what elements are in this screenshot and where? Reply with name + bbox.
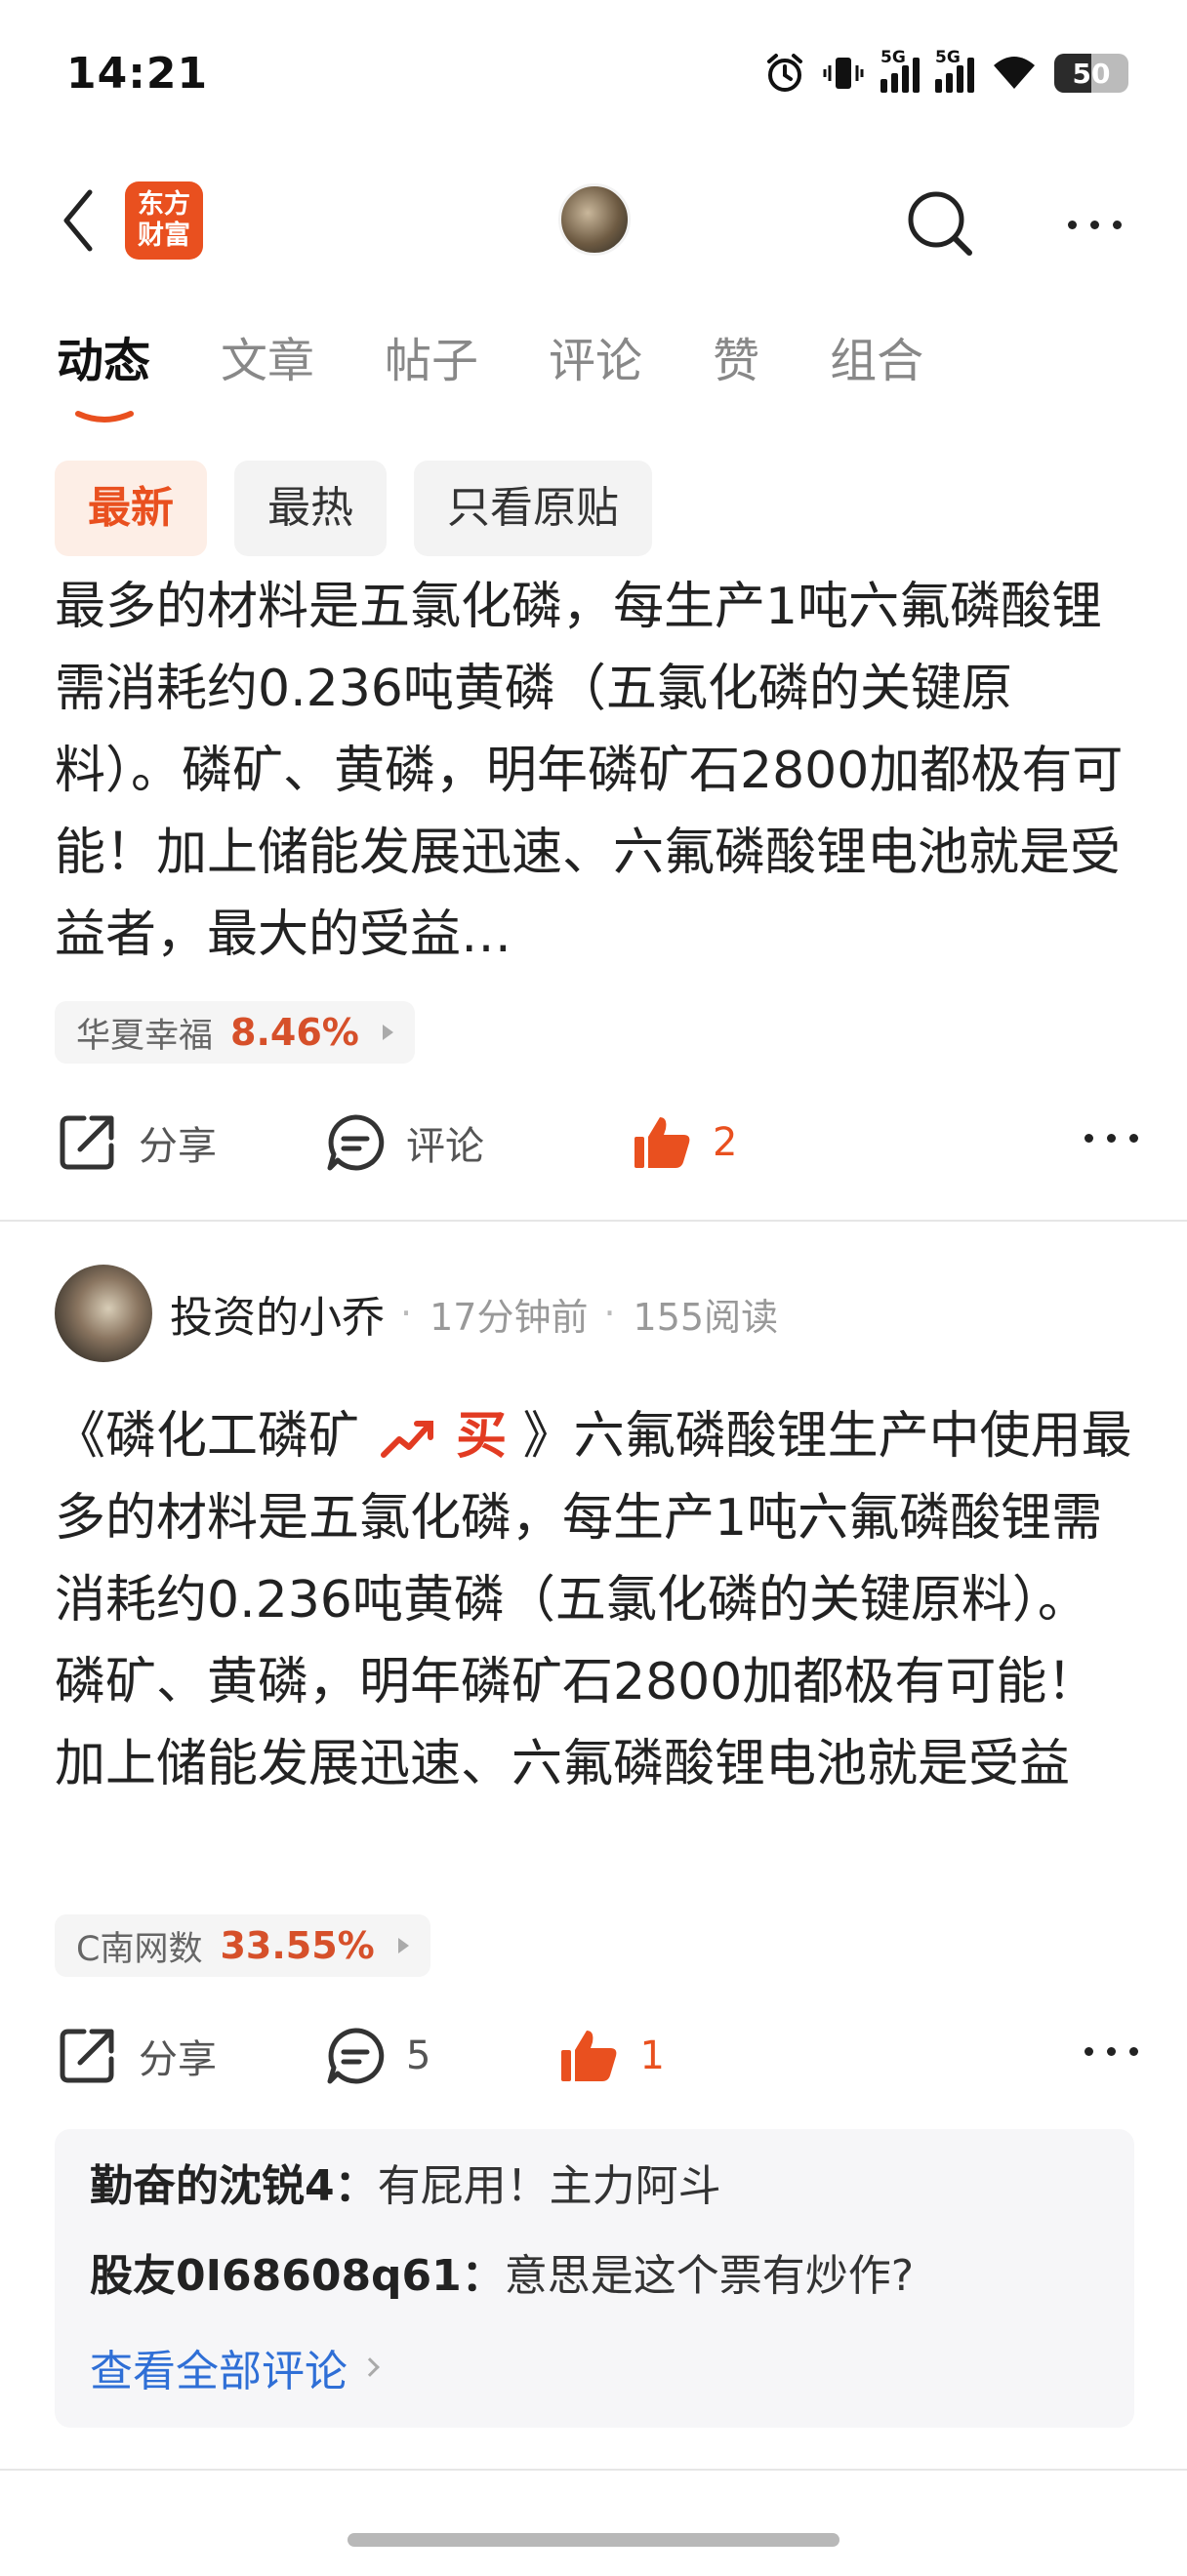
status-icons: 5G 5G 50 [763,48,1128,96]
active-tab-indicator [75,411,134,423]
wifi-icon [994,57,1035,89]
tab-posts[interactable]: 帖子 [385,332,478,390]
status-time: 14:21 [66,49,209,99]
post-author-row: 投资的小乔 · 17分钟前 · 155阅读 [55,1265,778,1362]
trend-up-icon [380,1421,433,1458]
comment-button[interactable]: 评论 [324,1111,484,1174]
search-icon [908,191,972,256]
caret-right-icon [397,1938,409,1953]
share-label: 分享 [139,2037,217,2082]
filter-chips: 最新 最热 只看原贴 [55,461,652,556]
battery-level: 50 [1072,57,1111,90]
stock-tag[interactable]: C南网数 33.55% [55,1914,430,1977]
comment-user[interactable]: 勤奋的沈锐4： [90,2161,378,2211]
read-count: 155阅读 [633,1295,779,1339]
share-button[interactable]: 分享 [55,1110,217,1175]
stock-tag[interactable]: 华夏幸福 8.46% [55,1001,415,1064]
app-logo[interactable]: 东方财富 [125,181,203,260]
thumbs-up-icon [561,2031,617,2081]
comment-text: 意思是这个票有炒作? [504,2251,915,2301]
post-more-button[interactable] [1085,2047,1138,2056]
share-icon [60,2029,114,2083]
post-actions: 分享 5 1 [55,2012,1138,2100]
battery-icon: 50 [1054,54,1128,93]
home-indicator[interactable] [348,2533,839,2547]
post-body[interactable]: 最多的材料是五氯化磷，每生产1吨六氟磷酸锂需消耗约0.236吨黄磷（五氯化磷的关… [55,566,1138,976]
view-all-comments-link[interactable]: 查看全部评论 [90,2336,1099,2398]
search-button[interactable] [896,180,984,267]
chevron-left-icon [63,189,93,252]
post-divider [0,1220,1187,1222]
comment-text: 有屁用！主力阿斗 [377,2161,721,2211]
comment-count: 5 [406,2033,431,2078]
more-icon [1067,220,1077,229]
post-text: 》六氟磷酸锂生产中使用最多的材料是五氯化磷，每生产1吨六氟磷酸锂需消耗约0.23… [55,1407,1132,1793]
tab-comments[interactable]: 评论 [549,332,642,390]
tab-likes[interactable]: 赞 [713,332,759,390]
vibrate-icon [823,58,864,89]
tab-portfolio[interactable]: 组合 [830,332,923,390]
share-label: 分享 [139,1124,217,1169]
comment-item[interactable]: 股友0I68608q61：意思是这个票有炒作? [90,2246,1099,2307]
post-more-button[interactable] [1085,1134,1138,1143]
view-all-label: 查看全部评论 [90,2347,348,2396]
cellular-signal-icon: 5G [880,48,920,93]
post-divider [0,2469,1187,2471]
share-icon [60,1115,114,1170]
comment-button[interactable]: 5 [324,2025,430,2087]
comment-item[interactable]: 勤奋的沈锐4：有屁用！主力阿斗 [90,2156,1099,2217]
tab-dynamics[interactable]: 动态 [57,332,150,390]
more-icon [1085,1134,1093,1143]
caret-right-icon [382,1025,393,1040]
post-time: 17分钟前 [430,1295,589,1339]
tab-articles[interactable]: 文章 [221,332,314,390]
status-bar: 14:21 5G 5G 50 [0,0,1187,146]
tab-bar: 动态 文章 帖子 评论 赞 组合 [57,332,994,423]
comment-label: 评论 [406,1124,484,1169]
like-count: 2 [713,1120,738,1165]
back-button[interactable] [49,181,107,260]
share-button[interactable]: 分享 [55,2024,217,2088]
post-title-prefix: 《磷化工磷矿 [55,1407,360,1466]
filter-hottest[interactable]: 最热 [234,461,387,556]
alarm-icon [767,54,802,92]
user-avatar[interactable] [558,183,631,256]
buy-badge: 买 [456,1407,508,1466]
author-avatar[interactable] [55,1265,152,1362]
author-name[interactable]: 投资的小乔 [170,1282,385,1345]
filter-original-only[interactable]: 只看原贴 [414,461,652,556]
comment-user[interactable]: 股友0I68608q61： [90,2251,505,2301]
stock-name: 华夏幸福 [76,1016,214,1056]
post-actions: 分享 评论 2 [55,1099,1138,1187]
stock-change: 33.55% [220,1924,375,1967]
comments-preview[interactable]: 勤奋的沈锐4：有屁用！主力阿斗 股友0I68608q61：意思是这个票有炒作? … [55,2129,1134,2428]
thumbs-up-icon [634,1117,690,1168]
like-button[interactable]: 1 [557,2025,665,2087]
more-options-button[interactable] [1050,195,1138,254]
filter-latest[interactable]: 最新 [55,461,207,556]
chevron-right-icon [360,2357,380,2377]
header: 东方财富 [0,166,1187,273]
post-body[interactable]: 《磷化工磷矿 买 》六氟磷酸锂生产中使用最多的材料是五氯化磷，每生产1吨六氟磷酸… [55,1395,1138,1805]
comment-icon [327,2028,385,2084]
comment-icon [327,1114,385,1171]
more-icon [1085,2047,1093,2056]
stock-change: 8.46% [230,1011,359,1054]
stock-name: C南网数 [76,1929,203,1969]
like-button[interactable]: 2 [631,1111,737,1174]
cellular-signal-2-icon: 5G [935,48,974,93]
like-count: 1 [639,2033,665,2078]
